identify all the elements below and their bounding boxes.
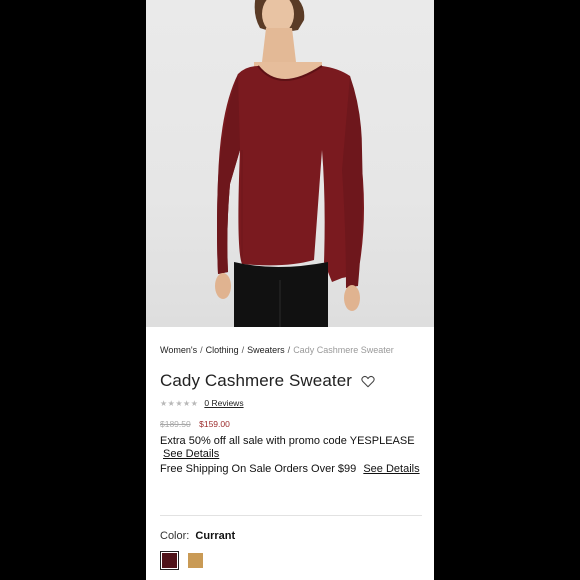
breadcrumb-clothing[interactable]: Clothing: [206, 345, 239, 355]
promo-text: Extra 50% off all sale with promo code Y…: [160, 435, 415, 447]
title-row: Cady Cashmere Sweater: [160, 371, 375, 391]
original-price: $189.50: [160, 419, 191, 429]
swatch-currant-color: [162, 553, 177, 568]
product-title: Cady Cashmere Sweater: [160, 371, 353, 390]
promo-details-link[interactable]: See Details: [163, 448, 219, 461]
breadcrumb-separator: /: [200, 345, 203, 355]
rating-stars: ★★★★★: [160, 398, 199, 408]
product-page: Women's / Clothing / Sweaters / Cady Cashmere …: [146, 0, 434, 580]
breadcrumb-separator: /: [287, 345, 291, 355]
color-label: Color:: [160, 530, 190, 542]
swatch-currant[interactable]: [160, 551, 179, 570]
sale-price: $159.00: [199, 419, 230, 429]
product-image[interactable]: [146, 0, 434, 327]
breadcrumb-separator: /: [241, 345, 245, 355]
shipping-message: Free Shipping On Sale Orders Over $99 Se…: [160, 463, 420, 475]
rating-row: ★★★★★ 0 Reviews: [160, 398, 244, 408]
color-label-row: Color: Currant: [160, 530, 235, 542]
breadcrumb-womens[interactable]: Women's: [160, 345, 197, 355]
price-row: $189.50 $159.00: [160, 419, 230, 429]
swatch-camel[interactable]: [186, 551, 205, 570]
breadcrumb-current: Cady Cashmere Sweater: [293, 345, 394, 355]
heart-icon[interactable]: [361, 375, 375, 388]
swatch-camel-color: [188, 553, 203, 568]
shipping-details-link[interactable]: See Details: [363, 463, 419, 475]
breadcrumb: Women's / Clothing / Sweaters / Cady Cashmere …: [160, 345, 394, 355]
model-illustration: [215, 0, 364, 327]
reviews-link[interactable]: 0 Reviews: [204, 398, 243, 408]
breadcrumb-sweaters[interactable]: Sweaters: [247, 345, 285, 355]
promo-message: Extra 50% off all sale with promo code Y…: [160, 435, 430, 460]
selected-color-name: Currant: [195, 530, 236, 542]
divider: [160, 515, 422, 516]
color-swatches: [160, 551, 212, 570]
shipping-text: Free Shipping On Sale Orders Over $99: [160, 463, 357, 475]
